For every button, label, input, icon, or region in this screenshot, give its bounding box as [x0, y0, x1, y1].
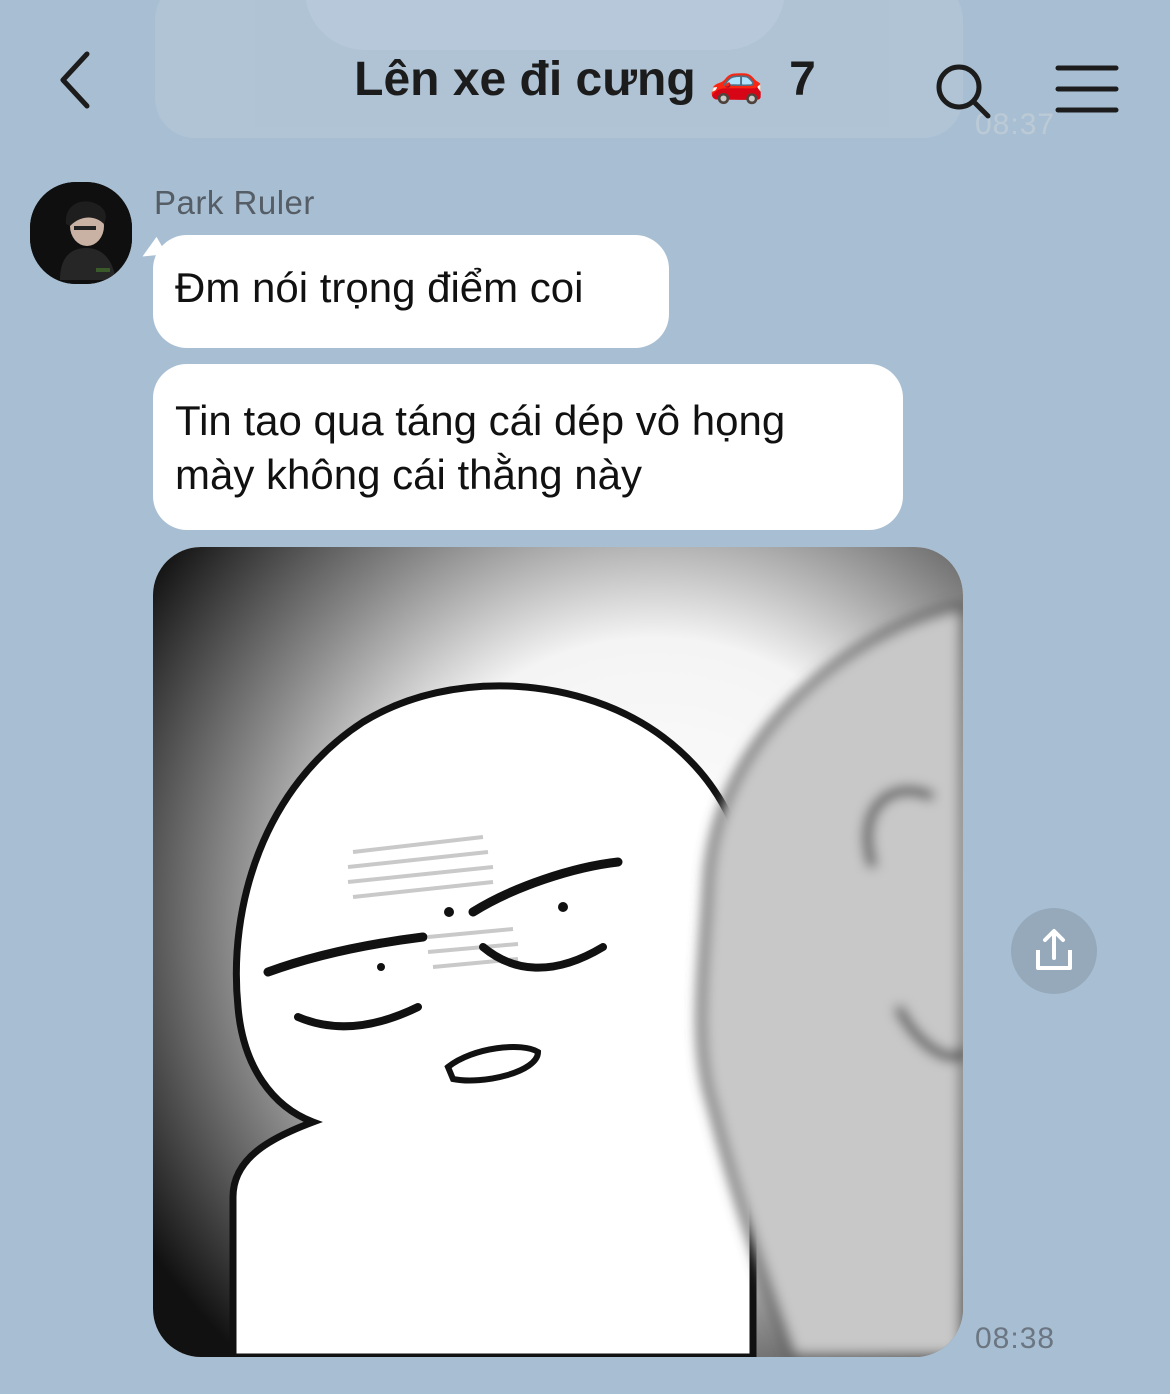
message-time: 08:38 — [975, 1322, 1056, 1355]
share-button[interactable] — [1011, 908, 1097, 994]
search-icon — [936, 64, 991, 119]
message-bubble[interactable]: Đm nói trọng điểm coi — [153, 235, 669, 348]
message-text-line: Tin tao qua táng cái dép vô họng — [175, 397, 786, 444]
avatar-photo — [30, 182, 132, 284]
sticker-image[interactable] — [153, 547, 963, 1357]
group-name: Lên xe đi cưng — [354, 53, 696, 106]
sticker-illustration — [153, 547, 963, 1357]
message-text-line: mày không cái thằng này — [175, 451, 642, 498]
car-emoji: 🚗 — [708, 56, 764, 105]
search-button[interactable] — [930, 58, 996, 124]
chat-header: Lên xe đi cưng 🚗 7 — [0, 0, 1170, 160]
message-text: Đm nói trọng điểm coi — [175, 264, 584, 311]
sender-avatar[interactable] — [30, 182, 132, 284]
sender-name: Park Ruler — [154, 184, 315, 221]
share-icon — [1036, 929, 1072, 970]
menu-button[interactable] — [1054, 62, 1120, 118]
message-bubble[interactable]: Tin tao qua táng cái dép vô họng mày khô… — [153, 364, 903, 530]
member-count: 7 — [789, 53, 816, 106]
hamburger-menu-icon — [1055, 65, 1119, 113]
